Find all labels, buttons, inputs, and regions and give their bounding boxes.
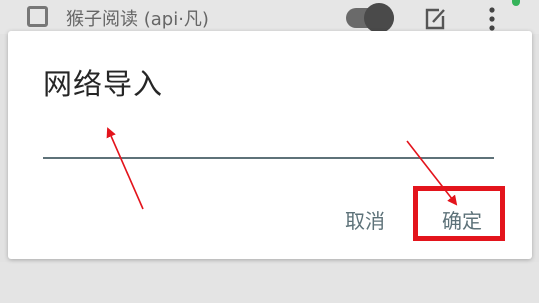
input-pointer-arrow (106, 127, 144, 210)
ok-highlight-box (413, 186, 505, 241)
annotation-arrows (106, 127, 458, 210)
